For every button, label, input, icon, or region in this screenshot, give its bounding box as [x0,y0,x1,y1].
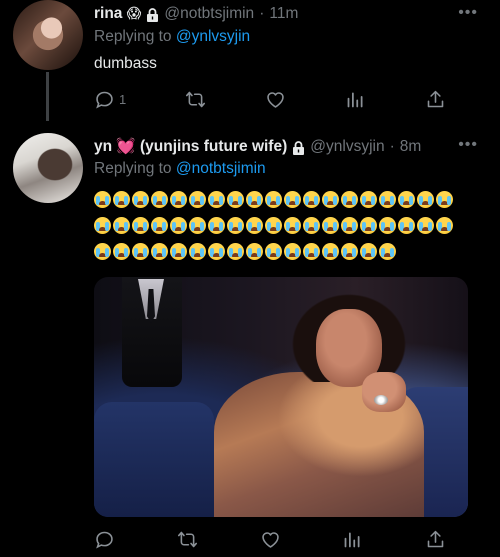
retweet-button[interactable] [177,528,198,550]
loudly-crying-face-emoji [303,217,320,234]
loudly-crying-face-emoji [284,217,301,234]
loudly-crying-face-emoji [246,217,263,234]
reply-icon [96,531,113,548]
media-woman-hand [362,372,406,412]
avatar-yn[interactable] [13,133,83,203]
loudly-crying-face-emoji [132,243,149,260]
loudly-crying-face-emoji [341,217,358,234]
loudly-crying-face-emoji [417,191,434,208]
loudly-crying-face-emoji [208,217,225,234]
loudly-crying-face-emoji [189,217,206,234]
loudly-crying-face-emoji [246,243,263,260]
loudly-crying-face-emoji [94,217,111,234]
loudly-crying-face-emoji [227,217,244,234]
loudly-crying-face-emoji [189,243,206,260]
loudly-crying-face-emoji [132,191,149,208]
replying-to: Replying to @notbtsjimin [94,160,266,177]
reply-button[interactable] [94,528,115,550]
tweet-header: yn 💓 (yunjins future wife) @ynlvsyjin · … [94,137,421,156]
loudly-crying-face-emoji [303,191,320,208]
loudly-crying-face-emoji [151,191,168,208]
loudly-crying-face-emoji [379,191,396,208]
dot-separator: · [389,137,395,155]
loudly-crying-face-emoji [341,191,358,208]
loudly-crying-face-emoji [417,217,434,234]
loudly-crying-face-emoji [322,217,339,234]
loudly-crying-face-emoji [265,191,282,208]
emoji-row [94,215,474,239]
loudly-crying-face-emoji [284,243,301,260]
tweet-actions [94,528,446,550]
loudly-crying-face-emoji [227,191,244,208]
loudly-crying-face-emoji [322,191,339,208]
loudly-crying-face-emoji [170,217,187,234]
like-button[interactable] [260,528,281,550]
analytics-button[interactable] [342,528,363,550]
loudly-crying-face-emoji [113,217,130,234]
loudly-crying-face-emoji [322,243,339,260]
loudly-crying-face-emoji [208,191,225,208]
loudly-crying-face-emoji [360,217,377,234]
loudly-crying-face-emoji [227,243,244,260]
loudly-crying-face-emoji [94,243,111,260]
more-icon[interactable]: ••• [458,136,478,154]
analytics-icon [344,532,360,547]
loudly-crying-face-emoji [246,191,263,208]
loudly-crying-face-emoji [379,217,396,234]
loudly-crying-face-emoji [360,191,377,208]
loudly-crying-face-emoji [170,243,187,260]
loudly-crying-face-emoji [265,217,282,234]
tweet-media-gif[interactable] [94,277,468,517]
mention-link[interactable]: @notbtsjimin [176,160,266,177]
loudly-crying-face-emoji [208,243,225,260]
loudly-crying-face-emoji [379,243,396,260]
media-seat-left [94,402,214,517]
loudly-crying-face-emoji [398,217,415,234]
loudly-crying-face-emoji [265,243,282,260]
media-ring [374,395,388,405]
share-button[interactable] [425,528,446,550]
loudly-crying-face-emoji [113,191,130,208]
tweet-text-emojis [94,189,474,267]
loudly-crying-face-emoji [151,217,168,234]
loudly-crying-face-emoji [170,191,187,208]
timestamp[interactable]: 8m [400,138,422,156]
loudly-crying-face-emoji [132,217,149,234]
loudly-crying-face-emoji [341,243,358,260]
loudly-crying-face-emoji [189,191,206,208]
like-icon [261,531,279,548]
share-icon [427,530,444,547]
emoji-row [94,189,474,213]
loudly-crying-face-emoji [360,243,377,260]
loudly-crying-face-emoji [113,243,130,260]
tweet-yn[interactable]: yn 💓 (yunjins future wife) @ynlvsyjin · … [0,0,500,557]
lock-icon [293,140,305,155]
loudly-crying-face-emoji [284,191,301,208]
display-name[interactable]: yn 💓 (yunjins future wife) [94,137,287,156]
loudly-crying-face-emoji [151,243,168,260]
emoji-row [94,241,474,265]
loudly-crying-face-emoji [94,191,111,208]
retweet-icon [177,531,197,547]
loudly-crying-face-emoji [436,217,453,234]
loudly-crying-face-emoji [436,191,453,208]
loudly-crying-face-emoji [398,191,415,208]
user-handle[interactable]: @ynlvsyjin [310,138,384,156]
loudly-crying-face-emoji [303,243,320,260]
